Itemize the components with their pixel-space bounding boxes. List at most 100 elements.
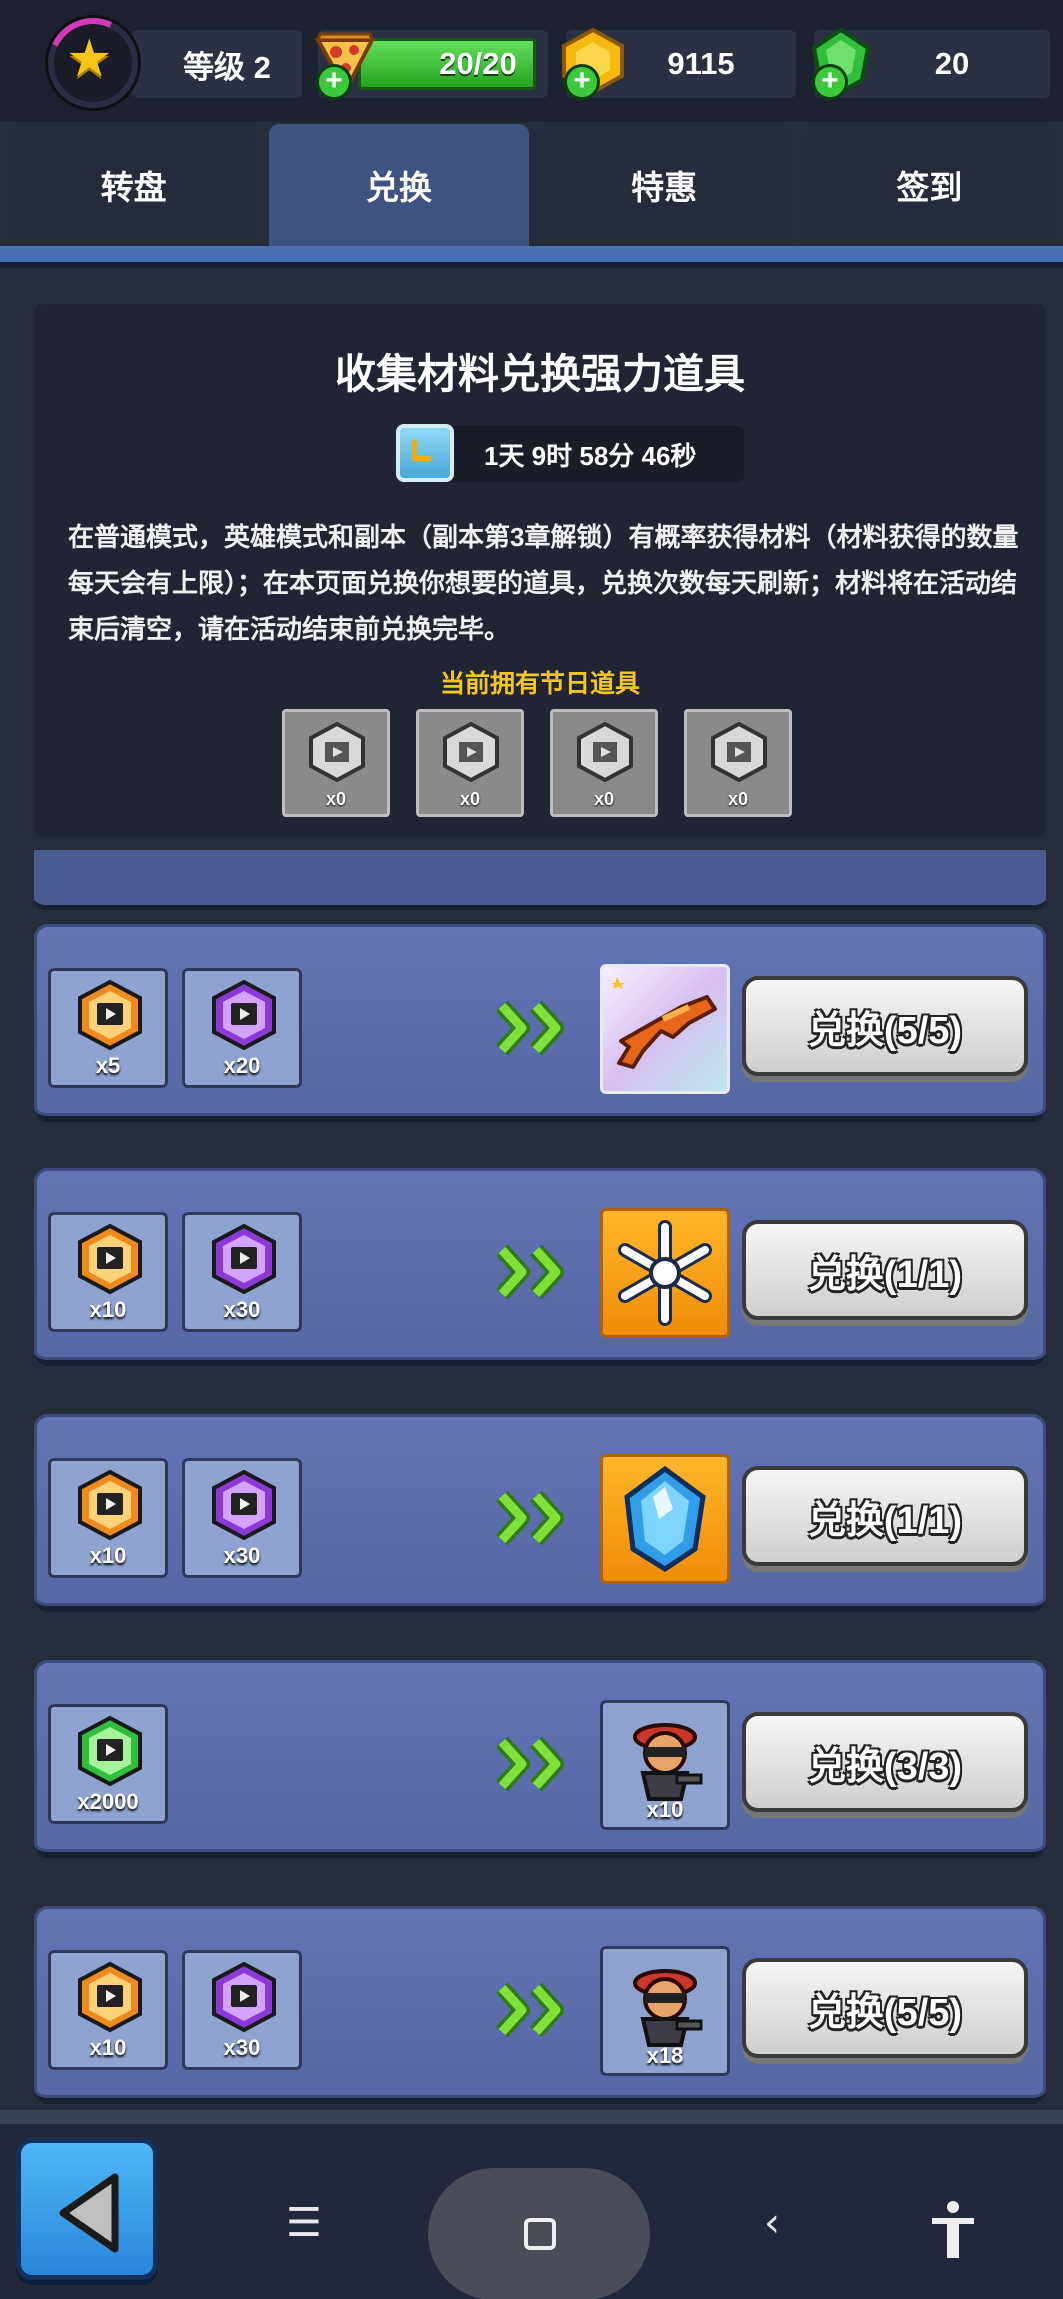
owned-item: x0 xyxy=(684,709,792,817)
gray-material-icon xyxy=(577,722,633,782)
reward-item[interactable] xyxy=(600,1454,730,1584)
add-gems-icon[interactable]: + xyxy=(812,64,848,100)
tab-wheel[interactable]: 转盘 xyxy=(4,124,264,246)
exchange-row: x2000 x10 兑换(3/3) xyxy=(34,1660,1046,1858)
double-chevron-right-icon xyxy=(496,1980,576,2040)
material-cost: x20 xyxy=(182,968,302,1088)
previous-row-edge xyxy=(34,850,1046,910)
tab-label: 签到 xyxy=(896,169,963,206)
chevron-left-icon[interactable]: ‹ xyxy=(764,2200,780,2246)
add-energy-icon[interactable]: + xyxy=(316,64,352,100)
gem-pill[interactable]: + 20 xyxy=(811,27,1050,100)
gray-material-icon xyxy=(711,722,767,782)
orange-material-icon xyxy=(78,1961,142,2033)
tab-underline xyxy=(0,246,1063,268)
reward-item[interactable]: x18 xyxy=(600,1946,730,2076)
tab-exchange[interactable]: 兑换 xyxy=(269,124,529,246)
tab-special-offer[interactable]: 特惠 xyxy=(534,124,794,246)
game-back-button[interactable] xyxy=(16,2138,158,2280)
material-cost: x10 xyxy=(48,1950,168,2070)
owned-item: x0 xyxy=(416,709,524,817)
gun-icon xyxy=(611,977,717,1069)
square-icon[interactable] xyxy=(524,2218,556,2250)
orange-material-icon xyxy=(78,1469,142,1541)
owned-items-row: x0 x0 x0 x0 xyxy=(282,709,792,817)
exchange-row: x10 x30 x18 兑换(5/5) xyxy=(34,1906,1046,2104)
level-label: 等级 2 xyxy=(183,49,271,85)
double-chevron-right-icon xyxy=(496,1734,576,1794)
double-chevron-right-icon xyxy=(496,1488,576,1548)
event-title: 收集材料兑换强力道具 xyxy=(335,351,745,397)
tab-label: 兑换 xyxy=(365,169,432,206)
tab-label: 转盘 xyxy=(100,169,167,206)
purple-material-icon xyxy=(212,1223,276,1295)
timer-text: 1天 9时 58分 46秒 xyxy=(484,440,697,471)
owned-item: x0 xyxy=(550,709,658,817)
exchange-button[interactable]: 兑换(1/1) xyxy=(742,1466,1028,1566)
material-cost: x10 xyxy=(48,1212,168,1332)
star-icon: ★ xyxy=(66,29,113,89)
crystal-icon xyxy=(624,1465,706,1572)
energy-value: 20/20 xyxy=(439,46,517,81)
owned-items-label: 当前拥有节日道具 xyxy=(439,670,640,698)
tab-bar: 转盘 兑换 特惠 签到 xyxy=(0,124,1063,246)
material-cost: x30 xyxy=(182,1458,302,1578)
tab-label: 特惠 xyxy=(631,169,698,206)
hamburger-icon[interactable]: ☰ xyxy=(286,2200,322,2246)
material-cost: x10 xyxy=(48,1458,168,1578)
material-count: x30 xyxy=(223,1297,261,1322)
material-cost: x30 xyxy=(182,1212,302,1332)
material-cost: x30 xyxy=(182,1950,302,2070)
orange-material-icon xyxy=(78,1223,142,1295)
material-count: x30 xyxy=(223,1543,261,1568)
exchange-button[interactable]: 兑换(1/1) xyxy=(742,1220,1028,1320)
owned-count: x0 xyxy=(325,789,347,809)
material-count: x5 xyxy=(95,1053,121,1078)
material-count: x10 xyxy=(89,2035,127,2060)
list-footer xyxy=(0,2110,1063,2124)
accessibility-icon[interactable] xyxy=(928,2200,978,2260)
owned-count: x0 xyxy=(727,789,749,809)
coin-pill[interactable]: + 9115 xyxy=(562,27,796,100)
green-material-icon xyxy=(78,1715,142,1787)
clock-icon xyxy=(396,424,454,482)
material-cost: x5 xyxy=(48,968,168,1088)
owned-count: x0 xyxy=(593,789,615,809)
material-count: x10 xyxy=(89,1297,127,1322)
exchange-button[interactable]: 兑换(5/5) xyxy=(742,1958,1028,2058)
exchange-row: x10 x30 兑换(1/1) xyxy=(34,1414,1046,1612)
reward-item[interactable] xyxy=(600,964,730,1094)
double-chevron-right-icon xyxy=(496,1242,576,1302)
add-coins-icon[interactable]: + xyxy=(564,64,600,100)
level-pill[interactable]: 等级 2 xyxy=(132,30,302,98)
reward-count: x18 xyxy=(646,2043,684,2068)
owned-item: x0 xyxy=(282,709,390,817)
energy-pill[interactable]: + 20/20 xyxy=(314,30,548,100)
triangle-left-icon xyxy=(59,2173,119,2253)
reward-item[interactable] xyxy=(600,1208,730,1338)
reward-count: x10 xyxy=(646,1797,684,1822)
coin-value: 9115 xyxy=(667,46,735,81)
material-count: x20 xyxy=(223,1053,261,1078)
material-count: x2000 xyxy=(77,1789,139,1814)
tab-sign-in[interactable]: 签到 xyxy=(799,124,1059,246)
purple-material-icon xyxy=(212,1961,276,2033)
exchange-row: x5 x20 兑换(5/5) xyxy=(34,924,1046,1122)
reward-item[interactable]: x10 xyxy=(600,1700,730,1830)
gem-value: 20 xyxy=(934,46,970,81)
orange-material-icon xyxy=(78,979,142,1051)
owned-count: x0 xyxy=(459,789,481,809)
event-info-panel: 收集材料兑换强力道具 1天 9时 58分 46秒 在普通模式，英雄模式和副本（副… xyxy=(34,304,1046,838)
double-chevron-right-icon xyxy=(496,998,576,1058)
exchange-button[interactable]: 兑换(5/5) xyxy=(742,976,1028,1076)
event-timer: 1天 9时 58分 46秒 xyxy=(396,424,744,482)
snowflake-icon xyxy=(618,1220,712,1326)
material-count: x30 xyxy=(223,2035,261,2060)
gray-material-icon xyxy=(443,722,499,782)
purple-material-icon xyxy=(212,1469,276,1541)
level-star-icon[interactable]: ★ xyxy=(35,5,151,121)
gray-material-icon xyxy=(309,722,365,782)
exchange-button[interactable]: 兑换(3/3) xyxy=(742,1712,1028,1812)
purple-material-icon xyxy=(212,979,276,1051)
event-description: 在普通模式，英雄模式和副本（副本第3章解锁）有概率获得材料（材料获得的数量每天会… xyxy=(68,522,1019,644)
